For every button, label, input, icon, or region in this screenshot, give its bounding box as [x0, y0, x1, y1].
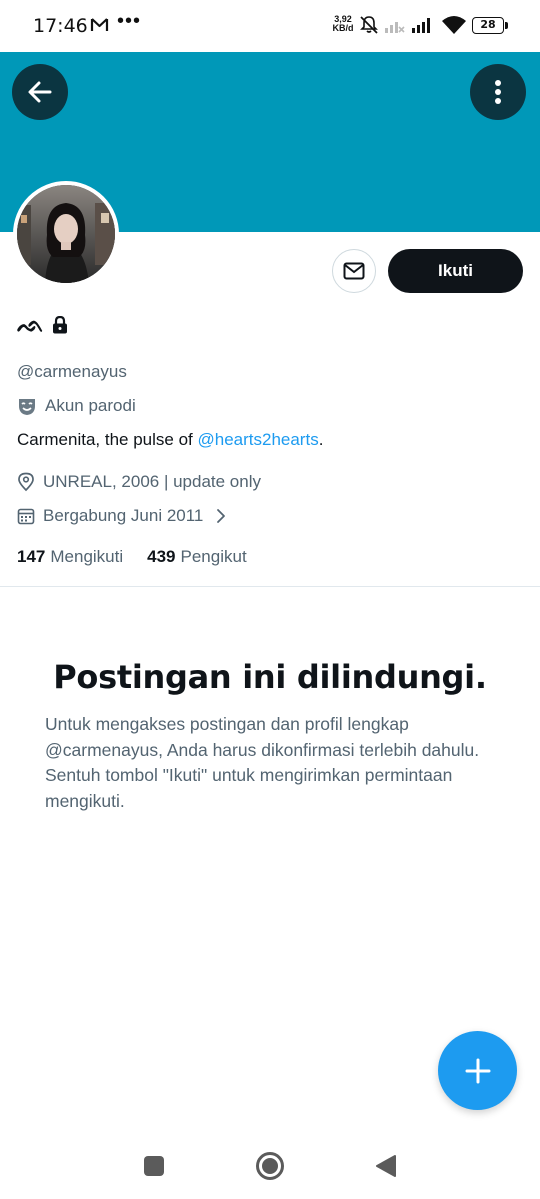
chevron-right-icon [217, 509, 226, 523]
profile-handle: @carmenayus [17, 362, 127, 381]
bio-mention-link[interactable]: @hearts2hearts [197, 430, 318, 449]
parody-mask-icon [19, 399, 35, 415]
display-name: ᨒ [17, 312, 45, 338]
signal-icon [412, 18, 430, 33]
plus-icon [465, 1058, 490, 1083]
following-stat[interactable]: 147 Mengikuti [17, 547, 123, 567]
profile-bio: Carmenita, the pulse of @hearts2hearts. [17, 430, 323, 450]
join-date-text: Bergabung Juni 2011 [43, 506, 204, 525]
following-label: Mengikuti [50, 547, 124, 566]
back-button[interactable] [12, 64, 68, 120]
more-dots-icon: ••• [117, 10, 142, 32]
following-count: 147 [17, 547, 46, 566]
location-pin-icon [18, 472, 34, 492]
follow-stats: 147 Mengikuti 439 Pengikut [17, 547, 247, 567]
compose-button[interactable] [438, 1031, 517, 1110]
home-button-dot [262, 1158, 278, 1174]
bio-suffix: . [318, 430, 324, 449]
bio-text: Carmenita, the pulse of [17, 430, 198, 449]
network-speed: 3,92 KB/d [332, 14, 354, 33]
message-button[interactable] [332, 249, 376, 293]
location-row: UNREAL, 2006 | update only [17, 472, 261, 492]
name-row: ᨒ [17, 312, 68, 338]
more-options-button[interactable] [470, 64, 526, 120]
followers-stat[interactable]: 439 Pengikut [147, 547, 247, 567]
followers-label: Pengikut [180, 547, 247, 566]
followers-count: 439 [147, 547, 176, 566]
avatar[interactable] [13, 181, 119, 287]
envelope-icon [343, 262, 365, 280]
avatar-photo [17, 185, 115, 283]
status-bar: 17:46 ••• 3,92 KB/d 28 [0, 0, 540, 52]
more-vertical-icon [495, 80, 501, 104]
gmail-icon [90, 18, 109, 31]
location-text: UNREAL, 2006 | update only [43, 472, 261, 491]
bell-muted-icon [360, 16, 378, 34]
signal-icon [385, 22, 405, 33]
lock-icon [53, 316, 68, 334]
calendar-icon [17, 508, 35, 525]
arrow-left-icon [28, 81, 52, 103]
divider [0, 586, 540, 587]
parody-label-row: Akun parodi [17, 396, 136, 416]
follow-button[interactable]: Ikuti [388, 249, 523, 293]
back-triangle-icon[interactable] [375, 1154, 397, 1178]
battery-tip [505, 22, 508, 29]
parody-label: Akun parodi [45, 396, 136, 415]
join-date-row[interactable]: Bergabung Juni 2011 [17, 506, 227, 526]
protected-body: Untuk mengakses postingan dan profil len… [45, 714, 480, 811]
wifi-icon [442, 16, 466, 34]
protected-title: Postingan ini dilindungi. [53, 658, 487, 696]
battery-icon: 28 [472, 17, 504, 34]
status-time: 17:46 [33, 15, 88, 37]
recent-apps-button[interactable] [144, 1156, 164, 1176]
